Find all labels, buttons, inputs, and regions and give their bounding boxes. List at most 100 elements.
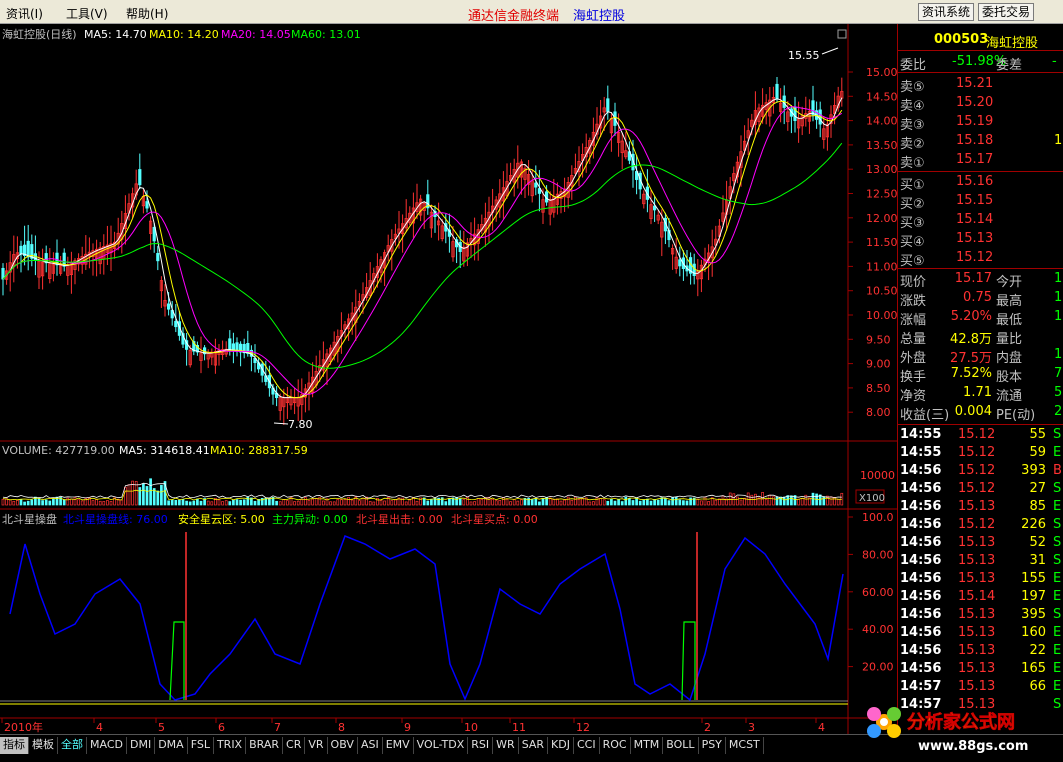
stat-label: 涨幅 <box>900 313 927 328</box>
info-system-button[interactable]: 资讯系统 <box>918 3 975 21</box>
order-ratio-label: 委比 <box>900 58 927 73</box>
stock-title: 海虹控股 <box>573 9 626 24</box>
tab-brar[interactable]: BRAR <box>246 737 284 754</box>
tab-模板[interactable]: 模板 <box>29 737 58 754</box>
bid-level-label: 买② <box>900 197 925 212</box>
tab-wr[interactable]: WR <box>493 737 519 754</box>
volume-bar <box>448 498 451 506</box>
tab-roc[interactable]: ROC <box>600 737 631 754</box>
tab-trix[interactable]: TRIX <box>214 737 247 754</box>
tick-side: S <box>1053 553 1062 568</box>
tab-mcst[interactable]: MCST <box>726 737 764 754</box>
tab-obv[interactable]: OBV <box>328 737 358 754</box>
volume-bar <box>628 498 631 506</box>
candle-body <box>692 263 696 277</box>
tab-kdj[interactable]: KDJ <box>548 737 574 754</box>
tick-price: 15.13 <box>958 535 996 550</box>
volume-bar <box>818 494 822 506</box>
menu-item-help[interactable]: 帮助(H) <box>126 5 168 22</box>
bid-price: 15.15 <box>956 193 994 208</box>
tab-macd[interactable]: MACD <box>87 737 127 754</box>
tab-sar[interactable]: SAR <box>519 737 549 754</box>
stat-value: 1 <box>1054 309 1063 324</box>
volume-bar <box>253 500 257 506</box>
tick-volume: 197 <box>1021 589 1046 604</box>
tab-emv[interactable]: EMV <box>383 737 414 754</box>
tick-time: 14:56 <box>900 553 942 568</box>
trade-button[interactable]: 委托交易 <box>978 3 1035 21</box>
volume-axis-label: 10000 <box>860 469 895 482</box>
volume-bar <box>174 500 178 506</box>
tick-side: S <box>1053 535 1062 550</box>
x-axis-label: 8 <box>338 721 345 734</box>
tick-price: 15.13 <box>958 571 996 586</box>
indicator-axis-label: 80.00 <box>862 548 894 561</box>
volume-bar <box>430 499 433 506</box>
tab-psy[interactable]: PSY <box>699 737 726 754</box>
volume-bar <box>26 500 30 506</box>
tick-side: B <box>1053 463 1062 478</box>
ask-price: 15.18 <box>956 133 994 148</box>
tick-price: 15.14 <box>958 589 996 604</box>
tab-asi[interactable]: ASI <box>358 737 383 754</box>
menu-item-tools[interactable]: 工具(V) <box>66 5 108 22</box>
volume-bar <box>455 497 458 506</box>
bid-level-label: 买④ <box>900 235 925 250</box>
volume-ma10: MA10: 288317.59 <box>210 444 308 457</box>
stat-value: 15 <box>1054 347 1063 362</box>
tab-dma[interactable]: DMA <box>155 737 188 754</box>
menu-item-info[interactable]: 资讯(I) <box>6 5 43 22</box>
high-label: 15.55 <box>788 49 820 62</box>
volume-bar <box>613 500 617 506</box>
tick-price: 15.13 <box>958 679 996 694</box>
indicator-line2: 安全星云区: 5.00 <box>178 512 265 526</box>
volume-unit: X100 <box>859 493 885 504</box>
volume-bar <box>228 501 232 506</box>
stat-value: 0.004 <box>954 404 992 419</box>
tab-rsi[interactable]: RSI <box>468 737 494 754</box>
volume-bar <box>610 498 613 506</box>
stat-value: 7. <box>1054 366 1063 381</box>
price-axis-label: 15.00 <box>866 66 897 79</box>
tab-vr[interactable]: VR <box>305 737 328 754</box>
tick-side: S <box>1053 481 1062 496</box>
volume-bar <box>606 500 610 506</box>
tick-volume: 52 <box>1029 535 1046 550</box>
volume-bar <box>782 496 786 506</box>
tab-fsl[interactable]: FSL <box>188 737 214 754</box>
volume-bar <box>181 499 185 506</box>
tick-time: 14:57 <box>900 679 942 694</box>
candle-body <box>678 259 682 267</box>
tick-side: E <box>1053 625 1062 640</box>
tick-volume: 165 <box>1021 661 1046 676</box>
volume-bar <box>530 499 534 506</box>
tab-mtm[interactable]: MTM <box>631 737 664 754</box>
stock-code: 000503 <box>934 32 989 47</box>
tab-cr[interactable]: CR <box>283 737 306 754</box>
tab-全部[interactable]: 全部 <box>58 737 87 754</box>
volume-bar <box>671 497 674 506</box>
tab-指标[interactable]: 指标 <box>0 737 29 754</box>
bid-price: 15.16 <box>956 174 994 189</box>
indicator-name: 北斗星操盘 <box>2 512 57 526</box>
logo-url: www.88gs.com <box>918 739 1028 754</box>
tick-volume: 155 <box>1021 571 1046 586</box>
tab-dmi[interactable]: DMI <box>127 737 156 754</box>
chart-area[interactable]: 海虹控股(日线) MA5: 14.70 MA10: 14.20 MA20: 14… <box>0 24 897 734</box>
volume-bar <box>156 490 160 506</box>
logo-text: 分析家公式网 <box>907 711 1015 733</box>
tab-cci[interactable]: CCI <box>574 737 600 754</box>
tick-time: 14:56 <box>900 463 942 478</box>
tick-price: 15.12 <box>958 445 996 460</box>
tick-side: S <box>1053 607 1062 622</box>
candle-body <box>138 169 142 186</box>
tab-vol-tdx[interactable]: VOL-TDX <box>414 737 469 754</box>
tick-time: 14:56 <box>900 607 942 622</box>
volume-bar <box>685 500 689 506</box>
stat-label: 最高 <box>996 294 1023 309</box>
x-axis-label: 2 <box>704 721 711 734</box>
tab-boll[interactable]: BOLL <box>663 737 699 754</box>
volume-bar <box>624 496 628 506</box>
volume-bar <box>656 499 660 506</box>
stat-label: 股本 <box>996 370 1023 385</box>
